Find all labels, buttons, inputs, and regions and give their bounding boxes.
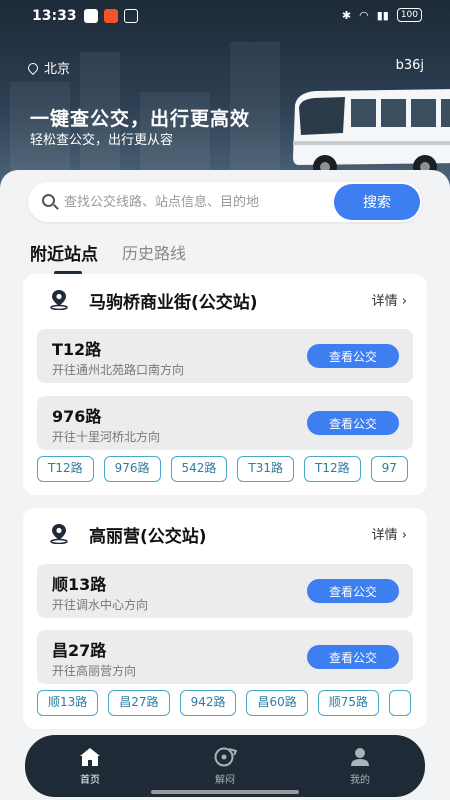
tab-history-routes[interactable]: 历史路线	[122, 240, 186, 265]
station-name: 马驹桥商业街(公交站)	[89, 293, 258, 313]
user-icon	[351, 748, 369, 766]
detail-label: 详情	[371, 294, 398, 309]
nav-home[interactable]: 首页	[60, 747, 120, 786]
search-icon	[42, 194, 55, 207]
route-chips: T12路 976路 542路 T31路 T12路 97	[37, 456, 427, 482]
station-name: 高丽营(公交站)	[89, 527, 207, 547]
nav-relax[interactable]: 解闷	[195, 747, 255, 786]
chevron-right-icon: ›	[401, 294, 407, 309]
disc-icon	[214, 747, 237, 767]
route-direction: 开往十里河桥北方向	[52, 430, 161, 444]
status-bar: 13:33 ✱ ◠ ▮▮ 100	[0, 0, 450, 32]
route-chip[interactable]: 昌27路	[108, 690, 170, 716]
tab-nearby-stations[interactable]: 附近站点	[30, 240, 98, 275]
route-chip[interactable]: T12路	[37, 456, 94, 482]
search-input[interactable]	[64, 182, 324, 222]
route-direction: 开往通州北苑路口南方向	[52, 363, 185, 377]
detail-label: 详情	[371, 528, 398, 543]
status-right: ✱ ◠ ▮▮ 100	[342, 8, 422, 22]
route-chip[interactable]: 542路	[170, 456, 228, 482]
search-bar: 搜索	[28, 182, 422, 222]
view-bus-button[interactable]: 查看公交	[307, 344, 399, 368]
bluetooth-icon: ✱	[341, 8, 352, 22]
city-selector[interactable]: 北京	[25, 58, 71, 77]
route-chip[interactable]: 97	[370, 456, 408, 482]
route-chips: 顺13路 昌27路 942路 昌60路 顺75路	[37, 690, 427, 716]
status-time: 13:33	[32, 8, 77, 24]
city-label: 北京	[44, 62, 71, 77]
route-name: 昌27路	[52, 641, 107, 660]
notification-icons	[84, 9, 138, 23]
route-chip[interactable]: 昌60路	[246, 690, 308, 716]
route-name: 976路	[52, 407, 102, 426]
station-header[interactable]: 高丽营(公交站) 详情 ›	[23, 508, 427, 558]
detail-link[interactable]: 详情 ›	[372, 524, 407, 543]
route-row[interactable]: 976路 开往十里河桥北方向 查看公交	[37, 396, 413, 450]
route-chip[interactable]: 976路	[103, 456, 161, 482]
station-card: 高丽营(公交站) 详情 › 顺13路 开往调水中心方向 查看公交 昌27路 开往…	[23, 508, 427, 729]
nav-profile[interactable]: 我的	[330, 747, 390, 786]
tab-bar: 附近站点 历史路线	[30, 240, 186, 275]
route-name: T12路	[52, 340, 102, 359]
route-chip[interactable]	[389, 690, 412, 716]
nav-label: 我的	[350, 775, 370, 786]
home-icon	[80, 748, 100, 766]
battery-icon: 100	[396, 8, 422, 22]
signal-icon: ▮▮	[376, 8, 389, 22]
nav-label: 解闷	[215, 775, 235, 786]
page-subtitle: 轻松查公交，出行更从容	[30, 133, 174, 148]
route-chip[interactable]: 顺13路	[37, 690, 99, 716]
wifi-icon: ◠	[359, 8, 369, 22]
mail-icon	[124, 9, 138, 23]
view-bus-button[interactable]: 查看公交	[307, 579, 399, 603]
route-name: 顺13路	[52, 575, 107, 594]
home-indicator[interactable]	[151, 790, 299, 794]
page-title: 一键查公交，出行更高效	[30, 108, 251, 130]
route-chip[interactable]: T31路	[237, 456, 295, 482]
location-pin-icon	[50, 524, 68, 544]
route-chip[interactable]: 顺75路	[317, 690, 380, 716]
chevron-right-icon: ›	[401, 528, 407, 543]
location-pin-icon	[50, 290, 68, 310]
user-id: b36j	[395, 58, 424, 73]
route-direction: 开往高丽营方向	[52, 664, 137, 678]
route-row[interactable]: T12路 开往通州北苑路口南方向 查看公交	[37, 329, 413, 383]
station-card: 马驹桥商业街(公交站) 详情 › T12路 开往通州北苑路口南方向 查看公交 9…	[23, 274, 427, 495]
station-header[interactable]: 马驹桥商业街(公交站) 详情 ›	[23, 274, 427, 324]
app-icon	[104, 9, 118, 23]
route-row[interactable]: 顺13路 开往调水中心方向 查看公交	[37, 564, 413, 618]
route-chip[interactable]: 942路	[179, 690, 237, 716]
view-bus-button[interactable]: 查看公交	[307, 411, 399, 435]
bottom-nav: 首页 解闷 我的	[25, 735, 425, 797]
location-icon	[25, 60, 41, 75]
view-bus-button[interactable]: 查看公交	[307, 645, 399, 669]
route-direction: 开往调水中心方向	[52, 598, 149, 612]
app-icon	[84, 9, 98, 23]
route-row[interactable]: 昌27路 开往高丽营方向 查看公交	[37, 630, 413, 684]
detail-link[interactable]: 详情 ›	[372, 290, 407, 309]
search-button[interactable]: 搜索	[334, 184, 420, 220]
route-chip[interactable]: T12路	[304, 456, 361, 482]
nav-label: 首页	[80, 775, 100, 786]
